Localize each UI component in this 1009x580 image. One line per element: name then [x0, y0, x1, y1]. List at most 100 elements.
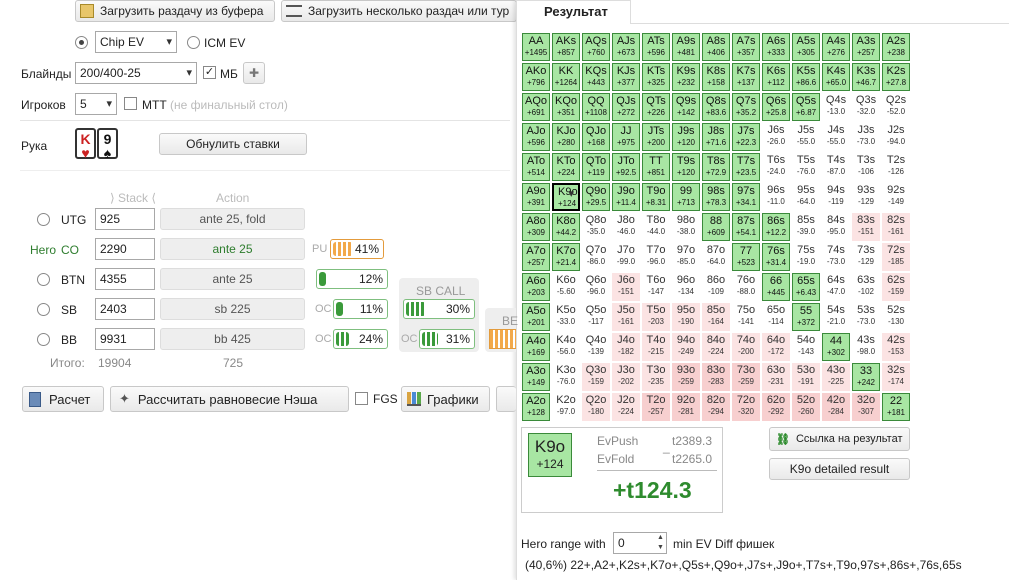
hand-cell-AA[interactable]: AA +1495 [522, 33, 550, 61]
hand-cell-T7o[interactable]: T7o -96.0 [642, 243, 670, 271]
hand-cell-AKs[interactable]: AKs +857 [552, 33, 580, 61]
hand-card-1[interactable]: K ♥ [75, 128, 96, 160]
hand-cell-J5s[interactable]: J5s -55.0 [792, 123, 820, 151]
hand-cell-Q9s[interactable]: Q9s +142 [672, 93, 700, 121]
hand-cell-Q3s[interactable]: Q3s -32.0 [852, 93, 880, 121]
hand-cell-KJs[interactable]: KJs +377 [612, 63, 640, 91]
hand-cell-K2s[interactable]: K2s +27.8 [882, 63, 910, 91]
hand-cell-Q9o[interactable]: Q9o +29.5 [582, 183, 610, 211]
load-from-buffer-button[interactable]: Загрузить раздачу из буфера [75, 0, 275, 22]
hand-cell-97s[interactable]: 97s +34.1 [732, 183, 760, 211]
hand-cell-99[interactable]: 99 +713 [672, 183, 700, 211]
hand-cell-K4s[interactable]: K4s +65.0 [822, 63, 850, 91]
hand-cell-K5o[interactable]: K5o -33.0 [552, 303, 580, 331]
hand-cell-KK[interactable]: KK +1264 [552, 63, 580, 91]
bb-radio[interactable] [37, 333, 50, 346]
hand-cell-J7o[interactable]: J7o -99.0 [612, 243, 640, 271]
hand-cell-64o[interactable]: 64o -172 [762, 333, 790, 361]
hand-cell-J7s[interactable]: J7s +22.3 [732, 123, 760, 151]
hand-cell-86o[interactable]: 86o -109 [702, 273, 730, 301]
hand-cell-T6o[interactable]: T6o -147 [642, 273, 670, 301]
hand-cell-A5o[interactable]: A5o +201 [522, 303, 550, 331]
hand-cell-83o[interactable]: 83o -283 [702, 363, 730, 391]
hand-cell-J6o[interactable]: J6o -151 [612, 273, 640, 301]
hand-cell-Q8o[interactable]: Q8o -35.0 [582, 213, 610, 241]
hand-cell-96o[interactable]: 96o -134 [672, 273, 700, 301]
hand-cell-Q7o[interactable]: Q7o -86.0 [582, 243, 610, 271]
hand-cell-73s[interactable]: 73s -129 [852, 243, 880, 271]
hand-cell-94o[interactable]: 94o -249 [672, 333, 700, 361]
sb-stack-input[interactable]: 2403 [95, 298, 155, 320]
hand-cell-84s[interactable]: 84s -95.0 [822, 213, 850, 241]
hand-cell-87o[interactable]: 87o -64.0 [702, 243, 730, 271]
hand-cell-T8s[interactable]: T8s +72.9 [702, 153, 730, 181]
hand-cell-66[interactable]: 66 +445 [762, 273, 790, 301]
hand-cell-KQo[interactable]: KQo +351 [552, 93, 580, 121]
hand-cell-A8s[interactable]: A8s +406 [702, 33, 730, 61]
hand-cell-63o[interactable]: 63o -231 [762, 363, 790, 391]
blinds-select[interactable]: 200/400-25 [75, 62, 197, 84]
hand-cell-K3s[interactable]: K3s +46.7 [852, 63, 880, 91]
stepper-icon[interactable]: ▲ ▼ [655, 533, 666, 553]
icm-ev-radio[interactable] [187, 36, 200, 49]
hand-cell-AJo[interactable]: AJo +596 [522, 123, 550, 151]
hand-cell-43o[interactable]: 43o -225 [822, 363, 850, 391]
hand-cell-K8o[interactable]: K8o +44.2 [552, 213, 580, 241]
hand-cell-75o[interactable]: 75o -141 [732, 303, 760, 331]
hand-cell-T2o[interactable]: T2o -257 [642, 393, 670, 421]
btn-action[interactable]: ante 25 [160, 268, 305, 290]
hand-cell-J8s[interactable]: J8s +71.6 [702, 123, 730, 151]
hand-cell-Q8s[interactable]: Q8s +83.6 [702, 93, 730, 121]
hand-cell-Q6o[interactable]: Q6o -96.0 [582, 273, 610, 301]
hand-cell-J3s[interactable]: J3s -73.0 [852, 123, 880, 151]
hand-cell-42s[interactable]: 42s -153 [882, 333, 910, 361]
hand-cell-T2s[interactable]: T2s -126 [882, 153, 910, 181]
hand-cell-J4o[interactable]: J4o -182 [612, 333, 640, 361]
sb-radio[interactable] [37, 303, 50, 316]
hand-cell-52s[interactable]: 52s -130 [882, 303, 910, 331]
hand-cell-A7o[interactable]: A7o +257 [522, 243, 550, 271]
hand-cell-AQo[interactable]: AQo +691 [522, 93, 550, 121]
hand-cell-ATs[interactable]: ATs +596 [642, 33, 670, 61]
hand-cell-88[interactable]: 88 +609 [702, 213, 730, 241]
hand-cell-K6o[interactable]: K6o -5.60 [552, 273, 580, 301]
utg-action[interactable]: ante 25, fold [160, 208, 305, 230]
hand-cell-T8o[interactable]: T8o -44.0 [642, 213, 670, 241]
hand-card-2[interactable]: 9 ♠ [97, 128, 118, 160]
hand-cell-87s[interactable]: 87s +54.1 [732, 213, 760, 241]
hand-cell-98s[interactable]: 98s +78.3 [702, 183, 730, 211]
hand-cell-A5s[interactable]: A5s +305 [792, 33, 820, 61]
hand-cell-T9o[interactable]: T9o +8.31 [642, 183, 670, 211]
hand-cell-84o[interactable]: 84o -224 [702, 333, 730, 361]
hand-cell-JJ[interactable]: JJ +975 [612, 123, 640, 151]
hand-cell-93o[interactable]: 93o -259 [672, 363, 700, 391]
hand-cell-J2s[interactable]: J2s -94.0 [882, 123, 910, 151]
hand-cell-54s[interactable]: 54s -21.0 [822, 303, 850, 331]
btn-radio[interactable] [37, 273, 50, 286]
hand-cell-Q4s[interactable]: Q4s -13.0 [822, 93, 850, 121]
hand-cell-43s[interactable]: 43s -98.0 [852, 333, 880, 361]
hand-cell-Q3o[interactable]: Q3o -159 [582, 363, 610, 391]
co-action[interactable]: ante 25 [160, 238, 305, 260]
hand-cell-KTo[interactable]: KTo +224 [552, 153, 580, 181]
bb-stack-input[interactable]: 9931 [95, 328, 155, 350]
hand-cell-A2s[interactable]: A2s +238 [882, 33, 910, 61]
hand-cell-T5o[interactable]: T5o -203 [642, 303, 670, 331]
co-stack-input[interactable]: 2290 [95, 238, 155, 260]
hand-cell-74s[interactable]: 74s -73.0 [822, 243, 850, 271]
hand-cell-32o[interactable]: 32o -307 [852, 393, 880, 421]
hand-cell-T3s[interactable]: T3s -106 [852, 153, 880, 181]
hand-cell-K8s[interactable]: K8s +158 [702, 63, 730, 91]
hand-cell-44[interactable]: 44 +302 [822, 333, 850, 361]
hand-cell-72s[interactable]: 72s -185 [882, 243, 910, 271]
utg-stack-input[interactable]: 925 [95, 208, 155, 230]
hand-cell-J2o[interactable]: J2o -224 [612, 393, 640, 421]
load-multiple-button[interactable]: Загрузить несколько раздач или тур [281, 0, 517, 22]
hand-cell-83s[interactable]: 83s -151 [852, 213, 880, 241]
hand-cell-22[interactable]: 22 +181 [882, 393, 910, 421]
hand-cell-54o[interactable]: 54o -143 [792, 333, 820, 361]
hand-cell-62o[interactable]: 62o -292 [762, 393, 790, 421]
hand-cell-74o[interactable]: 74o -200 [732, 333, 760, 361]
chip-ev-radio[interactable] [75, 36, 88, 49]
utg-radio[interactable] [37, 213, 50, 226]
